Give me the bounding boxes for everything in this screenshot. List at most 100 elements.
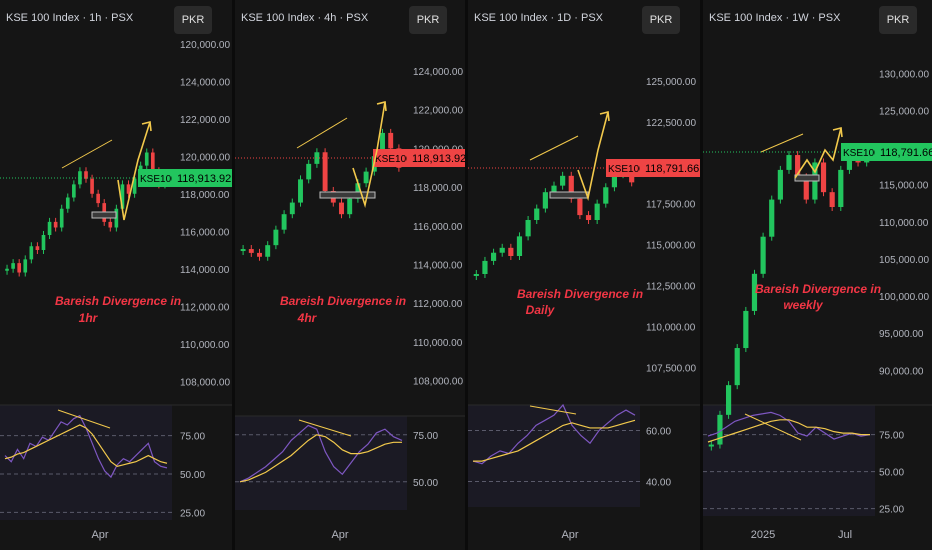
price-tick-label: 122,500.00 [646,118,696,129]
candle [339,202,344,215]
price-tick-label: 115,000.00 [646,241,696,252]
candle [560,175,566,186]
price-tick-label: 108,000.00 [413,377,463,388]
price-tick-label: 122,000.00 [413,106,463,117]
price-tick-label: 110,000.00 [879,218,929,229]
x-axis-label: Apr [331,529,348,541]
rsi-tick-label: 25.00 [879,505,904,516]
divergence-annotation: Bareish Divergence in [55,294,181,308]
last-price-label: 118,913.92 [177,173,231,185]
price-tick-label: 116,000.00 [180,227,230,238]
price-tick-label: 108,000.00 [180,377,230,388]
last-price-label: 118,791.66 [880,147,932,159]
divergence-annotation: Bareish Divergence in [755,282,881,296]
candle [65,197,70,209]
candle [490,252,497,261]
price-tick-label: 118,000.00 [413,183,463,194]
divergence-annotation-line2: Daily [526,303,556,317]
candle [298,179,303,203]
candle [594,203,600,220]
candle [108,221,113,228]
candle [257,252,262,257]
chart-panel-1h[interactable]: KSE 100 Index · 1h · PSX PKR 75.00 50.00 2… [0,0,232,550]
last-price-label: 118,791.66 [645,163,699,175]
price-tick-label: 130,000.00 [879,69,929,80]
candle [482,260,488,274]
price-tick-label: 114,000.00 [180,265,230,276]
candle [585,215,592,220]
projection-path [794,127,842,179]
price-tick-label: 90,000.00 [879,366,924,377]
candle [306,163,312,180]
rsi-tick-label: 40.00 [646,478,671,489]
candle [265,245,271,257]
chart-canvas[interactable]: 75.0050.00124,000.00122,000.00120,000.00… [235,0,465,550]
candle [769,199,775,237]
support-box [794,174,820,182]
candle [534,208,540,220]
divergence-annotation-line2: 1hr [79,311,99,325]
candle [829,192,835,208]
divergence-trendline [61,139,113,169]
candle [96,193,100,204]
candle [11,263,15,269]
candle [23,259,28,273]
candle [29,246,34,260]
chart-panel-4h[interactable]: KSE 100 Index · 4h · PSX PKR 75.00 50.00 1… [235,0,465,550]
rsi-tick-label: 50.00 [879,468,904,479]
chart-canvas[interactable]: 60.0040.00125,000.00122,500.00120,000.00… [468,0,700,550]
price-tick-label: 100,000.00 [879,292,929,303]
x-axis-label: Apr [91,529,108,541]
projection-arrowhead [599,111,610,122]
divergence-trendline [760,133,804,153]
price-tick-label: 95,000.00 [879,329,924,340]
candle [240,249,246,252]
price-tick-label: 110,000.00 [646,322,696,333]
candle [577,198,583,216]
symbol-label: KSE100 [843,148,880,159]
candle [53,221,58,228]
price-tick-label: 124,000.00 [413,67,463,78]
candle [47,221,52,235]
price-tick-label: 107,500.00 [646,363,696,374]
candle [59,208,64,228]
divergence-annotation-line2: 4hr [297,311,318,325]
rsi-tick-label: 75.00 [413,431,438,442]
candle [144,152,149,166]
symbol-label: KSE100 [140,174,177,185]
chart-panel-1w[interactable]: KSE 100 Index · 1W · PSX PKR 75.00 50.00 2… [703,0,932,550]
chart-canvas[interactable]: 75.0050.0025.00130,000.00125,000.00120,0… [703,0,932,550]
x-axis-label: 2025 [751,529,775,541]
candle [786,155,792,170]
candle [72,184,76,198]
candle [363,171,369,184]
x-axis-label: Apr [561,529,578,541]
candle [499,247,505,253]
rsi-tick-label: 75.00 [180,432,205,443]
price-tick-label: 122,000.00 [180,115,230,126]
x-axis-label: Jul [838,529,852,541]
candle [603,187,609,204]
candle [5,268,9,271]
price-tick-label: 115,000.00 [879,181,929,192]
candle [17,263,22,273]
candle [838,169,844,208]
rsi-pane [468,405,640,507]
rsi-tick-label: 25.00 [180,508,205,519]
candle [90,178,94,194]
candle [347,198,353,215]
chart-canvas[interactable]: 75.00 50.00 25.00 120,000.00 124,000.00 122,0… [0,0,232,550]
candle [516,236,523,256]
candle [150,152,155,172]
rsi-tick-label: 50.00 [180,470,205,481]
support-box [91,211,117,219]
rsi-tick-label: 60.00 [646,427,671,438]
chart-panel-1d[interactable]: KSE 100 Index · 1D · PSX PKR 60.00 40.00 1… [468,0,700,550]
rsi-pane [235,416,407,510]
candle [248,249,254,253]
symbol-label: KSE100 [375,154,412,165]
divergence-annotation: Bareish Divergence in [280,294,406,308]
price-tick-label: 112,000.00 [180,302,230,313]
divergence-annotation: Bareish Divergence in [517,287,643,301]
candle [41,235,46,250]
